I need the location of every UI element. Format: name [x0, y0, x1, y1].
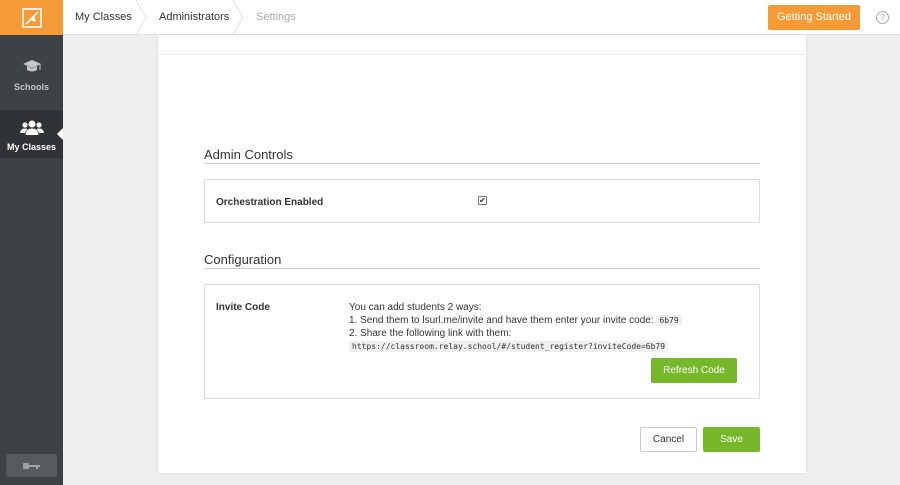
admin-controls-box: Orchestration Enabled ✔: [204, 179, 760, 223]
invite-step-2: 2. Share the following link with them:: [349, 328, 512, 339]
app-logo[interactable]: [0, 0, 63, 35]
invite-step-1-text: 1. Send them to lsurl.me/invite and have…: [349, 315, 654, 326]
breadcrumb-settings: Settings: [256, 11, 296, 23]
breadcrumb-administrators[interactable]: Administrators: [159, 0, 229, 35]
configuration-box: Invite Code You can add students 2 ways:…: [204, 284, 760, 399]
getting-started-button[interactable]: Getting Started: [768, 5, 860, 30]
refresh-code-button[interactable]: Refresh Code: [651, 358, 737, 383]
invite-intro: You can add students 2 ways:: [349, 302, 482, 313]
logout-button[interactable]: [6, 454, 57, 477]
compass-logo-icon: [21, 7, 42, 28]
settings-panel: Admin Controls Orchestration Enabled ✔ C…: [158, 35, 806, 473]
invite-link[interactable]: https://classroom.relay.school/#/student…: [349, 341, 669, 352]
invite-step-1: 1. Send them to lsurl.me/invite and have…: [349, 314, 682, 327]
help-icon[interactable]: ?: [876, 11, 889, 24]
orchestration-checkbox[interactable]: ✔: [478, 196, 487, 205]
key-icon: [22, 462, 40, 469]
invite-code-label: Invite Code: [216, 302, 270, 313]
sidebar-item-label: Schools: [13, 82, 49, 92]
section-divider: [204, 163, 760, 164]
cancel-button[interactable]: Cancel: [640, 427, 697, 452]
breadcrumb-separator-icon: [136, 0, 147, 35]
breadcrumb-my-classes[interactable]: My Classes: [75, 0, 132, 35]
save-button[interactable]: Save: [703, 427, 760, 452]
group-icon: [19, 120, 44, 135]
sidebar: Schools My Classes: [0, 0, 63, 485]
sidebar-item-my-classes[interactable]: My Classes: [0, 110, 63, 158]
invite-code-value: 6b79: [656, 315, 682, 326]
orchestration-label: Orchestration Enabled: [216, 197, 324, 208]
admin-controls-heading: Admin Controls: [204, 147, 293, 162]
breadcrumb-separator-icon: [233, 0, 244, 35]
graduation-cap-icon: [22, 60, 41, 72]
invite-instructions: You can add students 2 ways: 1. Send the…: [349, 301, 682, 353]
sidebar-item-label: My Classes: [6, 142, 57, 152]
configuration-heading: Configuration: [204, 252, 282, 267]
sidebar-item-schools[interactable]: Schools: [0, 58, 63, 100]
section-divider: [204, 268, 760, 269]
divider: [158, 54, 806, 55]
